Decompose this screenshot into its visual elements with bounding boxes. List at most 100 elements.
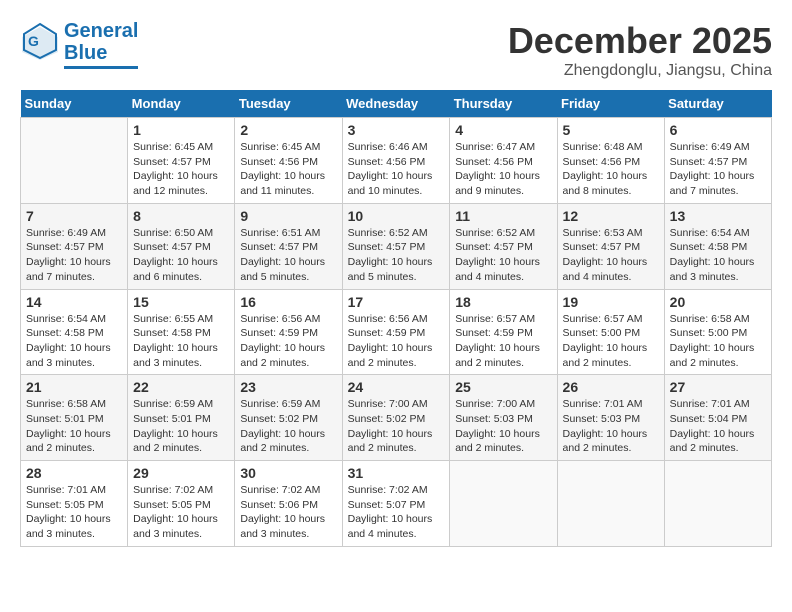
day-info: Sunrise: 6:59 AM Sunset: 5:01 PM Dayligh… bbox=[133, 397, 229, 456]
day-info: Sunrise: 6:49 AM Sunset: 4:57 PM Dayligh… bbox=[26, 226, 122, 285]
day-info: Sunrise: 6:59 AM Sunset: 5:02 PM Dayligh… bbox=[240, 397, 336, 456]
month-title: December 2025 bbox=[508, 20, 772, 62]
page-header: G General Blue December 2025 Zhengdonglu… bbox=[20, 20, 772, 80]
day-number: 16 bbox=[240, 294, 336, 310]
day-info: Sunrise: 6:46 AM Sunset: 4:56 PM Dayligh… bbox=[348, 140, 445, 199]
table-row: 9Sunrise: 6:51 AM Sunset: 4:57 PM Daylig… bbox=[235, 203, 342, 289]
day-info: Sunrise: 6:57 AM Sunset: 4:59 PM Dayligh… bbox=[455, 312, 551, 371]
day-number: 2 bbox=[240, 122, 336, 138]
day-number: 11 bbox=[455, 208, 551, 224]
day-number: 1 bbox=[133, 122, 229, 138]
calendar-week-row: 14Sunrise: 6:54 AM Sunset: 4:58 PM Dayli… bbox=[21, 289, 772, 375]
table-row: 18 Sunrise: 6:57 AM Sunset: 4:59 PM Dayli… bbox=[450, 289, 557, 375]
day-number: 17 bbox=[348, 294, 445, 310]
svg-text:G: G bbox=[28, 33, 39, 49]
day-number: 14 bbox=[26, 294, 122, 310]
day-number: 23 bbox=[240, 379, 336, 395]
table-row: 20Sunrise: 6:58 AM Sunset: 5:00 PM Dayli… bbox=[664, 289, 771, 375]
day-number: 30 bbox=[240, 465, 336, 481]
table-row: 31 Sunrise: 7:02 AM Sunset: 5:07 PM Dayli… bbox=[342, 461, 450, 547]
col-wednesday: Wednesday bbox=[342, 90, 450, 118]
table-row: 5Sunrise: 6:48 AM Sunset: 4:56 PM Daylig… bbox=[557, 118, 664, 204]
day-info: Sunrise: 6:52 AM Sunset: 4:57 PM Dayligh… bbox=[455, 226, 551, 285]
day-number: 7 bbox=[26, 208, 122, 224]
table-row: 14Sunrise: 6:54 AM Sunset: 4:58 PM Dayli… bbox=[21, 289, 128, 375]
day-number: 13 bbox=[670, 208, 766, 224]
table-row: 2 Sunrise: 6:45 AM Sunset: 4:56 PM Daylig… bbox=[235, 118, 342, 204]
logo-text-general: General bbox=[64, 20, 138, 42]
day-info: Sunrise: 7:01 AM Sunset: 5:04 PM Dayligh… bbox=[670, 397, 766, 456]
table-row: 12Sunrise: 6:53 AM Sunset: 4:57 PM Dayli… bbox=[557, 203, 664, 289]
table-row: 28 Sunrise: 7:01 AM Sunset: 5:05 PM Dayli… bbox=[21, 461, 128, 547]
day-info: Sunrise: 6:45 AM Sunset: 4:56 PM Dayligh… bbox=[240, 140, 336, 199]
day-info: Sunrise: 7:02 AM Sunset: 5:05 PM Dayligh… bbox=[133, 483, 229, 542]
day-number: 29 bbox=[133, 465, 229, 481]
calendar-week-row: 7 Sunrise: 6:49 AM Sunset: 4:57 PM Daylig… bbox=[21, 203, 772, 289]
logo: G General Blue bbox=[20, 20, 138, 69]
day-info: Sunrise: 7:02 AM Sunset: 5:06 PM Dayligh… bbox=[240, 483, 336, 542]
table-row: 10 Sunrise: 6:52 AM Sunset: 4:57 PM Dayli… bbox=[342, 203, 450, 289]
col-monday: Monday bbox=[128, 90, 235, 118]
table-row: 16Sunrise: 6:56 AM Sunset: 4:59 PM Dayli… bbox=[235, 289, 342, 375]
day-number: 5 bbox=[563, 122, 659, 138]
day-info: Sunrise: 7:00 AM Sunset: 5:02 PM Dayligh… bbox=[348, 397, 445, 456]
table-row: 27 Sunrise: 7:01 AM Sunset: 5:04 PM Dayli… bbox=[664, 375, 771, 461]
day-number: 26 bbox=[563, 379, 659, 395]
day-number: 12 bbox=[563, 208, 659, 224]
day-number: 27 bbox=[670, 379, 766, 395]
day-info: Sunrise: 7:01 AM Sunset: 5:05 PM Dayligh… bbox=[26, 483, 122, 542]
day-info: Sunrise: 6:58 AM Sunset: 5:00 PM Dayligh… bbox=[670, 312, 766, 371]
day-info: Sunrise: 7:02 AM Sunset: 5:07 PM Dayligh… bbox=[348, 483, 445, 542]
table-row: 30 Sunrise: 7:02 AM Sunset: 5:06 PM Dayli… bbox=[235, 461, 342, 547]
table-row: 6 Sunrise: 6:49 AM Sunset: 4:57 PM Daylig… bbox=[664, 118, 771, 204]
day-number: 18 bbox=[455, 294, 551, 310]
calendar-header-row: Sunday Monday Tuesday Wednesday Thursday… bbox=[21, 90, 772, 118]
day-number: 25 bbox=[455, 379, 551, 395]
table-row: 15 Sunrise: 6:55 AM Sunset: 4:58 PM Dayli… bbox=[128, 289, 235, 375]
table-row bbox=[21, 118, 128, 204]
day-number: 31 bbox=[348, 465, 445, 481]
table-row bbox=[450, 461, 557, 547]
day-number: 4 bbox=[455, 122, 551, 138]
day-number: 19 bbox=[563, 294, 659, 310]
table-row: 17 Sunrise: 6:56 AM Sunset: 4:59 PM Dayli… bbox=[342, 289, 450, 375]
table-row: 26Sunrise: 7:01 AM Sunset: 5:03 PM Dayli… bbox=[557, 375, 664, 461]
table-row: 13Sunrise: 6:54 AM Sunset: 4:58 PM Dayli… bbox=[664, 203, 771, 289]
table-row: 29 Sunrise: 7:02 AM Sunset: 5:05 PM Dayli… bbox=[128, 461, 235, 547]
day-info: Sunrise: 6:56 AM Sunset: 4:59 PM Dayligh… bbox=[348, 312, 445, 371]
day-number: 28 bbox=[26, 465, 122, 481]
day-info: Sunrise: 6:57 AM Sunset: 5:00 PM Dayligh… bbox=[563, 312, 659, 371]
table-row: 3Sunrise: 6:46 AM Sunset: 4:56 PM Daylig… bbox=[342, 118, 450, 204]
table-row: 11 Sunrise: 6:52 AM Sunset: 4:57 PM Dayli… bbox=[450, 203, 557, 289]
day-info: Sunrise: 6:49 AM Sunset: 4:57 PM Dayligh… bbox=[670, 140, 766, 199]
col-tuesday: Tuesday bbox=[235, 90, 342, 118]
location: Zhengdonglu, Jiangsu, China bbox=[508, 62, 772, 80]
table-row: 25 Sunrise: 7:00 AM Sunset: 5:03 PM Dayli… bbox=[450, 375, 557, 461]
table-row: 1Sunrise: 6:45 AM Sunset: 4:57 PM Daylig… bbox=[128, 118, 235, 204]
day-info: Sunrise: 6:50 AM Sunset: 4:57 PM Dayligh… bbox=[133, 226, 229, 285]
day-info: Sunrise: 6:55 AM Sunset: 4:58 PM Dayligh… bbox=[133, 312, 229, 371]
calendar-table: Sunday Monday Tuesday Wednesday Thursday… bbox=[20, 90, 772, 547]
calendar-week-row: 1Sunrise: 6:45 AM Sunset: 4:57 PM Daylig… bbox=[21, 118, 772, 204]
calendar-week-row: 28 Sunrise: 7:01 AM Sunset: 5:05 PM Dayli… bbox=[21, 461, 772, 547]
logo-text-blue: Blue bbox=[64, 42, 138, 64]
title-block: December 2025 Zhengdonglu, Jiangsu, Chin… bbox=[508, 20, 772, 80]
col-sunday: Sunday bbox=[21, 90, 128, 118]
logo-icon: G bbox=[20, 22, 60, 62]
table-row: 22Sunrise: 6:59 AM Sunset: 5:01 PM Dayli… bbox=[128, 375, 235, 461]
day-number: 10 bbox=[348, 208, 445, 224]
day-number: 24 bbox=[348, 379, 445, 395]
table-row: 24 Sunrise: 7:00 AM Sunset: 5:02 PM Dayli… bbox=[342, 375, 450, 461]
col-thursday: Thursday bbox=[450, 90, 557, 118]
table-row bbox=[557, 461, 664, 547]
day-info: Sunrise: 6:52 AM Sunset: 4:57 PM Dayligh… bbox=[348, 226, 445, 285]
logo-underline bbox=[64, 66, 138, 69]
day-number: 8 bbox=[133, 208, 229, 224]
table-row: 19 Sunrise: 6:57 AM Sunset: 5:00 PM Dayli… bbox=[557, 289, 664, 375]
day-number: 15 bbox=[133, 294, 229, 310]
table-row: 8 Sunrise: 6:50 AM Sunset: 4:57 PM Daylig… bbox=[128, 203, 235, 289]
table-row: 4Sunrise: 6:47 AM Sunset: 4:56 PM Daylig… bbox=[450, 118, 557, 204]
day-info: Sunrise: 7:00 AM Sunset: 5:03 PM Dayligh… bbox=[455, 397, 551, 456]
day-number: 21 bbox=[26, 379, 122, 395]
day-number: 6 bbox=[670, 122, 766, 138]
